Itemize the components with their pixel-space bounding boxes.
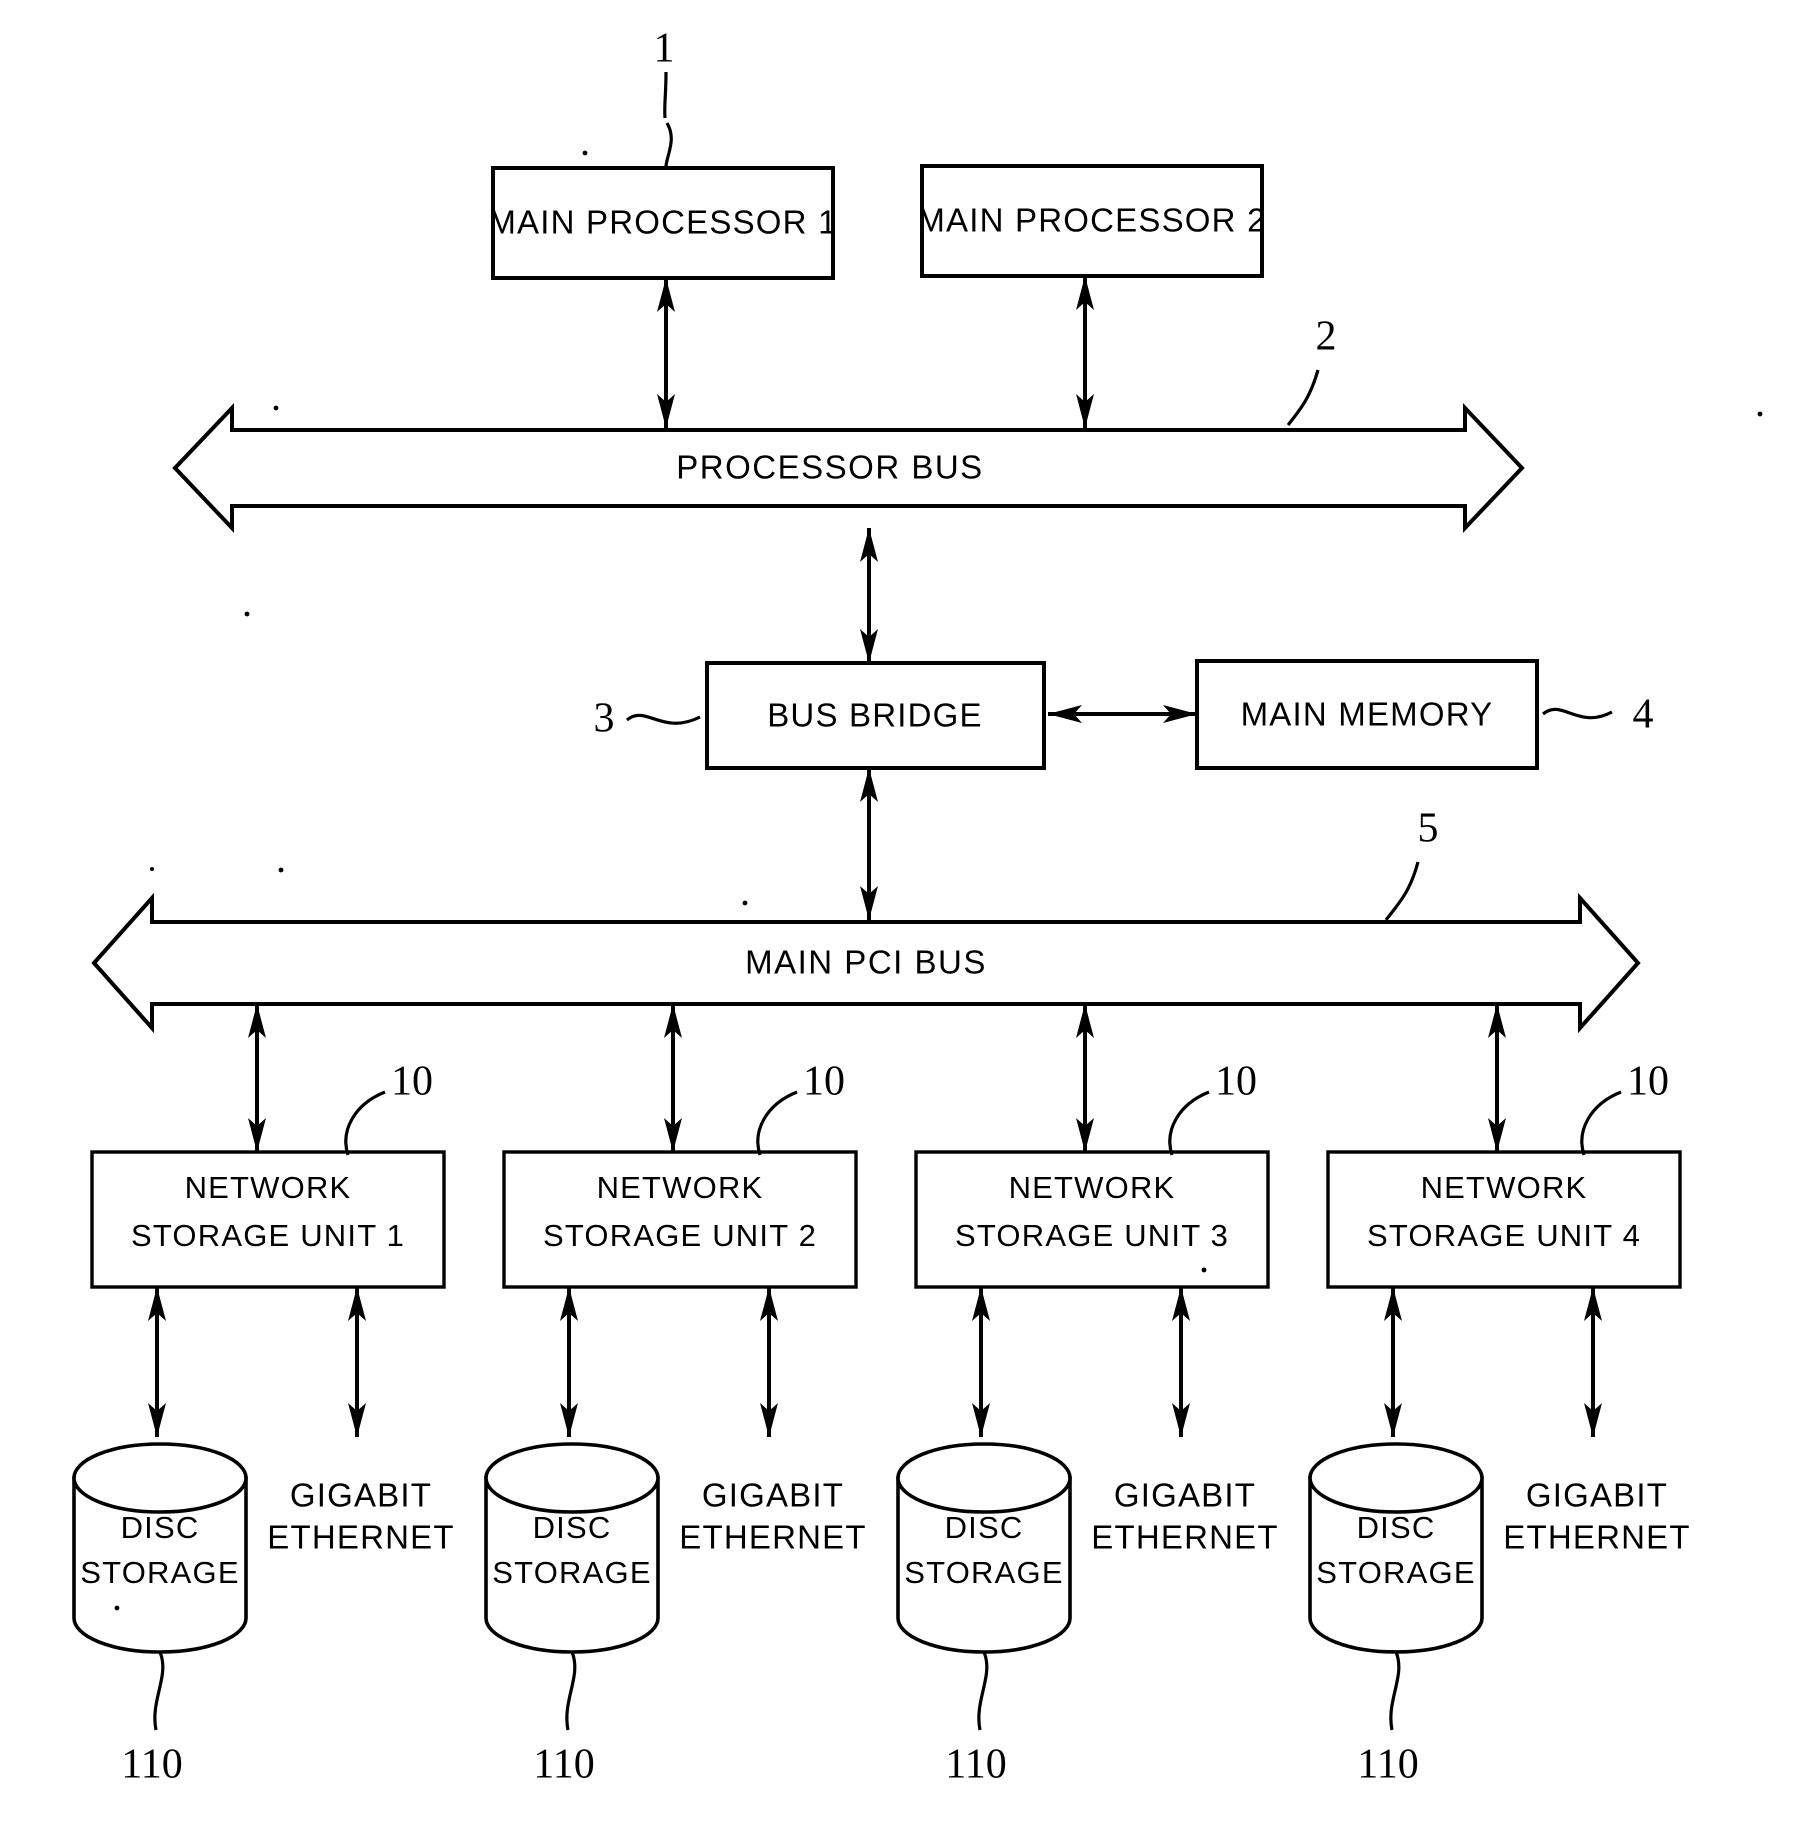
gigabit-ethernet-1-line1: GIGABIT xyxy=(290,1477,432,1514)
network-storage-unit-3-line2: STORAGE UNIT 3 xyxy=(955,1218,1229,1253)
network-storage-unit-1-line2: STORAGE UNIT 1 xyxy=(131,1218,405,1253)
bus-bridge[interactable]: BUS BRIDGE xyxy=(705,661,1046,770)
ref-4-leader xyxy=(1541,707,1613,720)
gigabit-ethernet-1: GIGABIT ETHERNET xyxy=(267,1477,454,1556)
network-storage-unit-4-line2: STORAGE UNIT 4 xyxy=(1367,1218,1641,1253)
main-processor-1[interactable]: MAIN PROCESSOR 1 xyxy=(488,166,837,280)
network-storage-unit-2[interactable]: NETWORK STORAGE UNIT 2 xyxy=(502,1150,858,1289)
ref-num-110-unit-3: 110 xyxy=(945,1742,1006,1788)
disc-storage-2-line1: DISC xyxy=(533,1510,612,1545)
nsu-4-disc-connector xyxy=(1384,1287,1402,1437)
gigabit-ethernet-3-line1: GIGABIT xyxy=(1114,1477,1256,1514)
gigabit-ethernet-4-line1: GIGABIT xyxy=(1526,1477,1668,1514)
ref-num-110-unit-2: 110 xyxy=(533,1742,594,1788)
network-storage-unit-1-group: NETWORK STORAGE UNIT 1 10 DISC STORAGE 1… xyxy=(72,1004,454,1788)
ref-10-leader-1 xyxy=(344,1090,386,1156)
ref-num-10-unit-2: 10 xyxy=(803,1059,845,1105)
processor-bus-bridge-connector xyxy=(860,528,878,663)
bridge-memory-connector xyxy=(1048,705,1197,723)
figure-canvas: 1 MAIN PROCESSOR 1 MAIN PROCESSOR 2 PROC… xyxy=(72,26,1763,1788)
ref-1-leader xyxy=(663,71,673,173)
main-processor-1-label: MAIN PROCESSOR 1 xyxy=(488,204,837,241)
disc-storage-4[interactable]: DISC STORAGE xyxy=(1308,1442,1484,1654)
ref-110-leader-4 xyxy=(1389,1651,1401,1731)
gigabit-ethernet-2-line2: ETHERNET xyxy=(679,1519,866,1556)
main-memory[interactable]: MAIN MEMORY xyxy=(1195,659,1539,770)
pci-nsu-2-connector xyxy=(664,1004,682,1152)
network-storage-unit-4-line1: NETWORK xyxy=(1421,1170,1588,1205)
nsu-1-ethernet-connector xyxy=(348,1287,366,1437)
disc-storage-3-line2: STORAGE xyxy=(904,1555,1063,1590)
disc-storage-2[interactable]: DISC STORAGE xyxy=(484,1442,660,1654)
ref-num-5: 5 xyxy=(1418,806,1439,852)
network-storage-unit-4-group: NETWORK STORAGE UNIT 4 10 DISC STORAGE 1… xyxy=(1308,1004,1690,1788)
pci-nsu-4-connector xyxy=(1488,1004,1506,1152)
ref-num-3: 3 xyxy=(594,696,615,742)
nsu-1-disc-connector xyxy=(148,1287,166,1437)
processor-bus[interactable]: PROCESSOR BUS xyxy=(172,402,1525,534)
ref-5-leader xyxy=(1384,861,1420,921)
scan-specks xyxy=(114,150,1763,1611)
ref-num-10-unit-4: 10 xyxy=(1627,1059,1669,1105)
network-storage-unit-3-group: NETWORK STORAGE UNIT 3 10 DISC STORAGE 1… xyxy=(896,1004,1278,1788)
network-storage-unit-2-line1: NETWORK xyxy=(597,1170,764,1205)
network-storage-unit-2-group: NETWORK STORAGE UNIT 2 10 DISC STORAGE 1… xyxy=(484,1004,866,1788)
gigabit-ethernet-2-line1: GIGABIT xyxy=(702,1477,844,1514)
ref-110-leader-1 xyxy=(153,1651,165,1731)
disc-storage-1[interactable]: DISC STORAGE xyxy=(72,1442,248,1654)
main-memory-label: MAIN MEMORY xyxy=(1241,696,1494,733)
ref-10-leader-4 xyxy=(1580,1090,1622,1156)
network-storage-unit-3-line1: NETWORK xyxy=(1009,1170,1176,1205)
processor-2-bus-connector xyxy=(1076,276,1094,428)
pci-nsu-1-connector xyxy=(248,1004,266,1152)
network-storage-unit-3[interactable]: NETWORK STORAGE UNIT 3 xyxy=(914,1150,1270,1289)
nsu-4-ethernet-connector xyxy=(1584,1287,1602,1437)
ref-num-110-unit-1: 110 xyxy=(121,1742,182,1788)
ref-3-leader xyxy=(625,713,701,725)
network-storage-unit-1-line1: NETWORK xyxy=(185,1170,352,1205)
disc-storage-4-line1: DISC xyxy=(1357,1510,1436,1545)
disc-storage-4-line2: STORAGE xyxy=(1316,1555,1475,1590)
ref-num-10-unit-3: 10 xyxy=(1215,1059,1257,1105)
processor-bus-label: PROCESSOR BUS xyxy=(676,449,983,486)
patent-figure: 1 MAIN PROCESSOR 1 MAIN PROCESSOR 2 PROC… xyxy=(0,0,1793,1830)
ref-num-4: 4 xyxy=(1633,692,1654,738)
gigabit-ethernet-1-line2: ETHERNET xyxy=(267,1519,454,1556)
network-storage-unit-1[interactable]: NETWORK STORAGE UNIT 1 xyxy=(90,1150,446,1289)
gigabit-ethernet-4-line2: ETHERNET xyxy=(1503,1519,1690,1556)
ref-num-1: 1 xyxy=(654,26,675,72)
gigabit-ethernet-2: GIGABIT ETHERNET xyxy=(679,1477,866,1556)
disc-storage-2-line2: STORAGE xyxy=(492,1555,651,1590)
nsu-3-disc-connector xyxy=(972,1287,990,1437)
network-storage-unit-4[interactable]: NETWORK STORAGE UNIT 4 xyxy=(1326,1150,1682,1289)
nsu-2-disc-connector xyxy=(560,1287,578,1437)
bridge-pci-connector xyxy=(860,768,878,920)
ref-10-leader-3 xyxy=(1168,1090,1210,1156)
disc-storage-1-line2: STORAGE xyxy=(80,1555,239,1590)
nsu-3-ethernet-connector xyxy=(1172,1287,1190,1437)
nsu-2-ethernet-connector xyxy=(760,1287,778,1437)
ref-110-leader-3 xyxy=(977,1651,989,1731)
disc-storage-1-line1: DISC xyxy=(121,1510,200,1545)
disc-storage-3-line1: DISC xyxy=(945,1510,1024,1545)
disc-storage-3[interactable]: DISC STORAGE xyxy=(896,1442,1072,1654)
main-processor-2[interactable]: MAIN PROCESSOR 2 xyxy=(917,164,1266,278)
ref-num-110-unit-4: 110 xyxy=(1357,1742,1418,1788)
gigabit-ethernet-4: GIGABIT ETHERNET xyxy=(1503,1477,1690,1556)
ref-num-2: 2 xyxy=(1316,314,1337,360)
pci-nsu-3-connector xyxy=(1076,1004,1094,1152)
main-pci-bus-label: MAIN PCI BUS xyxy=(745,944,987,981)
ref-110-leader-2 xyxy=(565,1651,577,1731)
main-processor-2-label: MAIN PROCESSOR 2 xyxy=(917,202,1266,239)
processor-1-bus-connector xyxy=(657,278,675,428)
ref-2-leader xyxy=(1286,369,1320,426)
gigabit-ethernet-3: GIGABIT ETHERNET xyxy=(1091,1477,1278,1556)
main-pci-bus[interactable]: MAIN PCI BUS xyxy=(91,892,1641,1034)
ref-num-10-unit-1: 10 xyxy=(391,1059,433,1105)
ref-10-leader-2 xyxy=(756,1090,798,1156)
network-storage-unit-2-line2: STORAGE UNIT 2 xyxy=(543,1218,817,1253)
gigabit-ethernet-3-line2: ETHERNET xyxy=(1091,1519,1278,1556)
bus-bridge-label: BUS BRIDGE xyxy=(767,697,983,734)
